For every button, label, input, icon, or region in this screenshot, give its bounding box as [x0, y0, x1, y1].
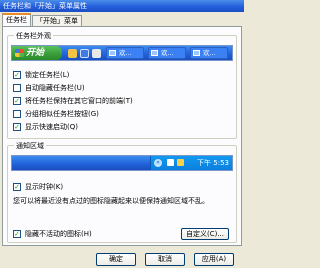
option-auto-hide[interactable]: 自动隐藏任务栏(U) [13, 82, 85, 93]
window-icon [109, 50, 116, 56]
task-button-preview-1: 欢... [106, 47, 144, 59]
tray-volume-icon [177, 159, 184, 166]
tab-strip: 任务栏 「开始」菜单 [2, 13, 83, 26]
start-button-preview: 开始 [12, 46, 62, 60]
checkbox[interactable] [13, 83, 21, 92]
customize-button[interactable]: 自定义(C)... [181, 228, 229, 240]
taskbar-appearance-group: 任务栏外观 开始 欢... 欢... 欢... ✓ 锁定任务栏(L) 自动隐藏任… [7, 31, 237, 139]
clock-display: 下午 5:53 [197, 159, 229, 167]
checkbox[interactable]: ✓ [13, 70, 21, 79]
notification-preview: « 下午 5:53 [11, 155, 233, 171]
notification-description: 您可以将最近没有点过的图标隐藏起来以便保持通知区域不乱。 [13, 197, 209, 205]
tab-taskbar[interactable]: 任务栏 [2, 13, 31, 26]
quicklaunch-folder-icon [68, 49, 77, 58]
checkbox[interactable]: ✓ [13, 182, 21, 191]
chevron-left-icon: « [154, 159, 162, 167]
checkbox[interactable]: ✓ [13, 122, 21, 131]
quicklaunch-ie-icon [80, 49, 89, 58]
start-label: 开始 [26, 48, 45, 58]
taskbar-preview: 开始 欢... 欢... 欢... [11, 45, 233, 61]
quicklaunch-desktop-icon [92, 49, 101, 58]
apply-button[interactable]: 应用(A) [194, 253, 234, 266]
option-lock-taskbar[interactable]: ✓ 锁定任务栏(L) [13, 69, 69, 80]
option-quick-launch[interactable]: ✓ 显示快速启动(Q) [13, 121, 78, 132]
notification-area-group: 通知区域 « 下午 5:53 ✓ 显示时钟(K) 您可以将最近没有点过的图标隐藏… [7, 141, 237, 243]
tab-panel: 任务栏外观 开始 欢... 欢... 欢... ✓ 锁定任务栏(L) 自动隐藏任… [2, 26, 242, 246]
task-button-preview-3: 欢... [190, 47, 228, 59]
option-show-clock[interactable]: ✓ 显示时钟(K) [13, 181, 63, 192]
tray-network-icon [167, 159, 174, 166]
checkbox[interactable]: ✓ [13, 96, 21, 105]
group-title-appearance: 任务栏外观 [14, 31, 53, 41]
option-keep-on-top[interactable]: ✓ 将任务栏保持在其它窗口的前端(T) [13, 95, 133, 106]
window-title: 任务栏和「开始」菜单属性 [0, 0, 244, 12]
system-tray-preview: « 下午 5:53 [150, 156, 232, 170]
checkbox[interactable]: ✓ [13, 229, 21, 238]
option-group-buttons[interactable]: 分组相似任务栏按钮(G) [13, 108, 99, 119]
group-title-notification: 通知区域 [14, 141, 46, 151]
checkbox[interactable] [13, 109, 21, 118]
ok-button[interactable]: 确定 [96, 253, 136, 266]
window-icon [193, 50, 200, 56]
tab-start-menu[interactable]: 「开始」菜单 [32, 15, 82, 26]
windows-logo-icon [15, 49, 24, 57]
task-button-preview-2: 欢... [148, 47, 186, 59]
option-hide-inactive-icons[interactable]: ✓ 隐藏不活动的图标(H) [13, 228, 92, 239]
window-icon [151, 50, 158, 56]
cancel-button[interactable]: 取消 [145, 253, 185, 266]
